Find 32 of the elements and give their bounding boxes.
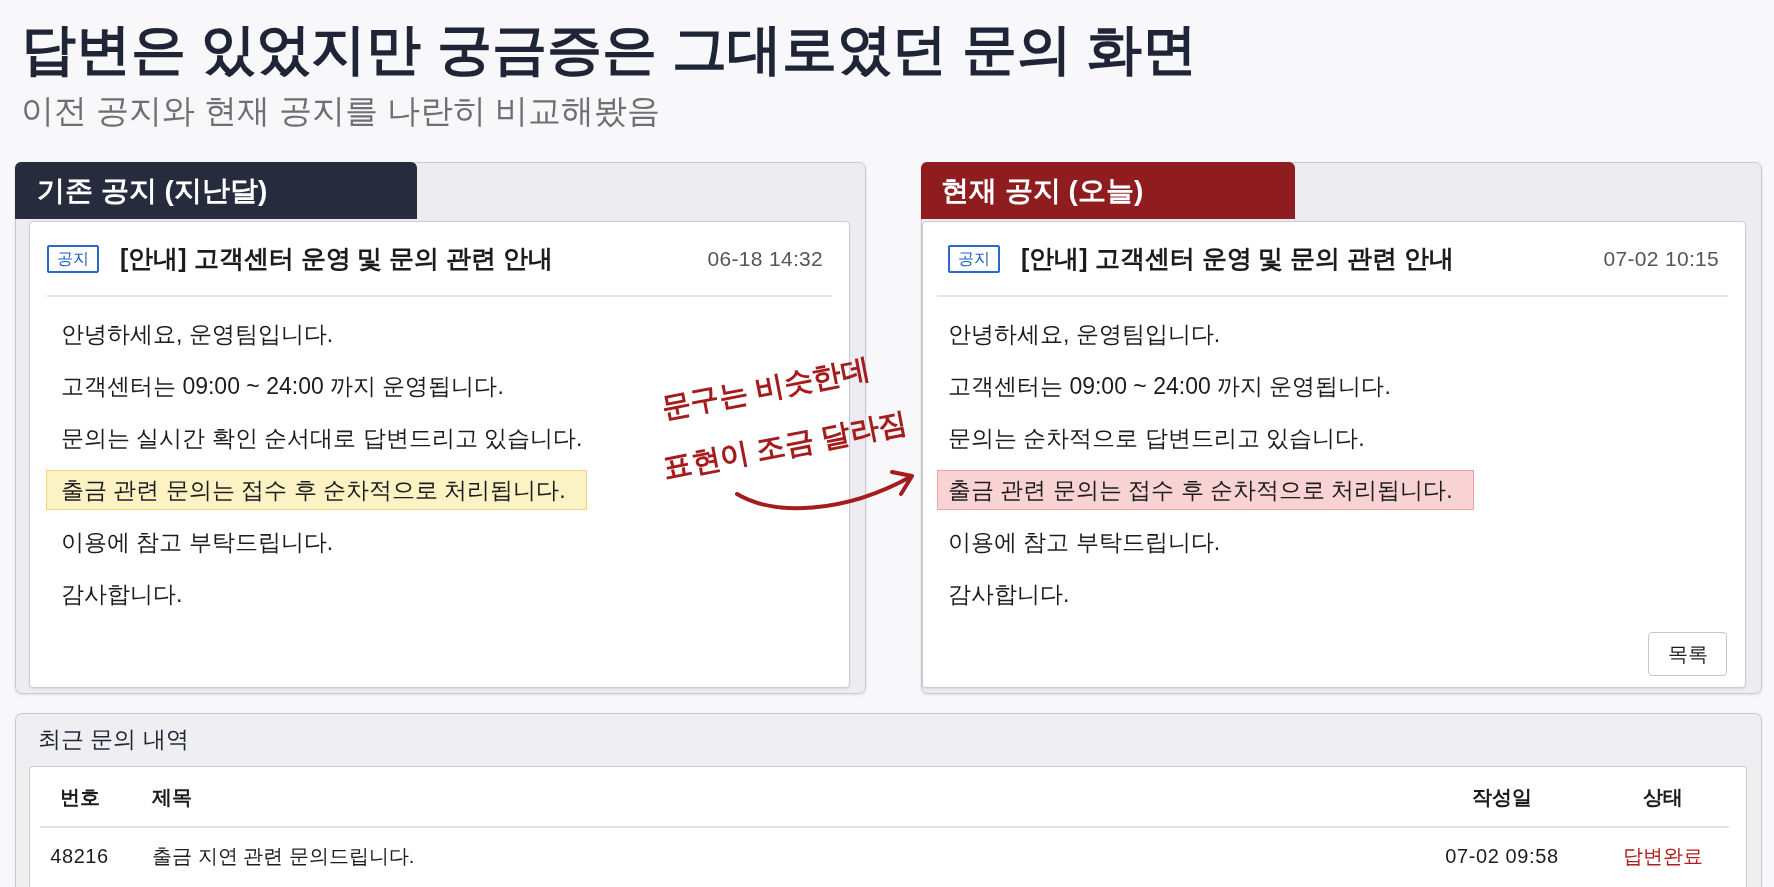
notice-title: [안내] 고객센터 운영 및 문의 관련 안내 <box>120 242 554 274</box>
notice-text: 문의는 실시간 확인 순서대로 답변드리고 있습니다. <box>61 424 583 453</box>
notice-text: 고객센터는 09:00 ~ 24:00 까지 운영됩니다. <box>948 372 1391 401</box>
column-header: 제목 <box>119 767 1407 827</box>
notice-tag: 공지 <box>948 244 1000 273</box>
notice-date: 07-02 10:15 <box>1603 245 1719 272</box>
panel-heading: 현재 공지 (오늘) <box>921 162 1295 219</box>
notice-text: 안녕하세요, 운영팀입니다. <box>948 320 1221 349</box>
highlighted-text: 출금 관련 문의는 접수 후 순차적으로 처리됩니다. <box>46 470 587 510</box>
closing-text: 감사합니다. <box>948 580 1070 609</box>
highlighted-text: 출금 관련 문의는 접수 후 순차적으로 처리됩니다. <box>937 470 1474 510</box>
notice-text: 안녕하세요, 운영팀입니다. <box>61 320 334 349</box>
closing-text: 감사합니다. <box>61 580 183 609</box>
notice-title: [안내] 고객센터 운영 및 문의 관련 안내 <box>1021 242 1455 274</box>
notice-text: 이용에 참고 부탁드립니다. <box>61 528 334 557</box>
notice-text: 고객센터는 09:00 ~ 24:00 까지 운영됩니다. <box>61 372 504 401</box>
panel-heading: 기존 공지 (지난달) <box>15 162 417 219</box>
page-subtitle: 이전 공지와 현재 공지를 나란히 비교해봤음 <box>21 92 661 130</box>
column-header: 작성일 <box>1407 767 1597 827</box>
notice-date: 06-18 14:32 <box>707 245 823 272</box>
table-cell: 07-02 09:58 <box>1407 827 1597 883</box>
notice-text: 문의는 순차적으로 답변드리고 있습니다. <box>948 424 1365 453</box>
column-header: 번호 <box>40 767 119 827</box>
notice-text: 이용에 참고 부탁드립니다. <box>948 528 1221 557</box>
notice-tag: 공지 <box>47 244 99 273</box>
table-cell: 출금 지연 관련 문의드립니다. <box>119 827 1407 883</box>
table-cell: 48216 <box>40 827 119 883</box>
section-title: 최근 문의 내역 <box>37 726 189 754</box>
page-title: 답변은 있었지만 궁금증은 그대로였던 문의 화면 <box>21 18 1198 80</box>
list-button[interactable]: 목록 <box>1648 632 1727 676</box>
column-header: 상태 <box>1597 767 1729 827</box>
status-text: 답변완료 <box>1597 827 1729 883</box>
